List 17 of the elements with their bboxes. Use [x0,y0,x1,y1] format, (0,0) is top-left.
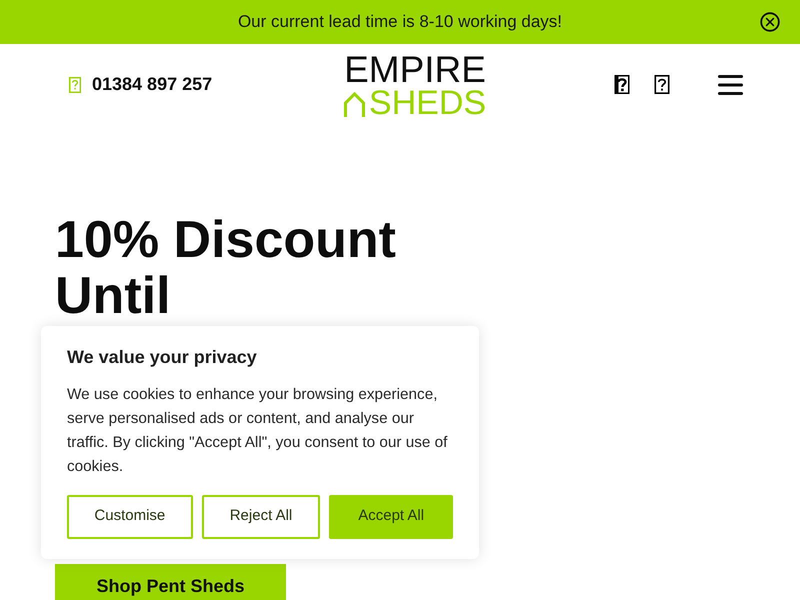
logo-text: EMPIRE [344,52,486,87]
question-box-icon[interactable] [654,75,670,94]
hero-heading: 10% Discount Until [55,213,397,324]
menu-icon[interactable] [718,74,743,94]
announcement-text: Our current lead time is 8-10 working days! [238,11,562,34]
shop-button[interactable]: Shop Pent Sheds [55,564,286,600]
dialog-title: We value your privacy [67,347,258,369]
close-icon[interactable] [760,12,780,32]
cookie-button[interactable]: Customise [67,494,193,539]
dialog-text: We use cookies to enhance your browsing experience, serve personalised ads or content, and analyse our traffic. By clicking "Accept All", you consent to our use of cookies. [67,384,448,477]
phone-link[interactable]: 01384 897 257 [92,71,212,98]
logo-text: SHEDS [368,86,486,120]
question-box-icon[interactable] [614,75,630,94]
house-icon [344,92,365,118]
cookie-button[interactable]: Reject All [202,494,320,539]
question-box-icon [69,76,81,92]
cookie-button[interactable]: Accept All [329,494,453,539]
